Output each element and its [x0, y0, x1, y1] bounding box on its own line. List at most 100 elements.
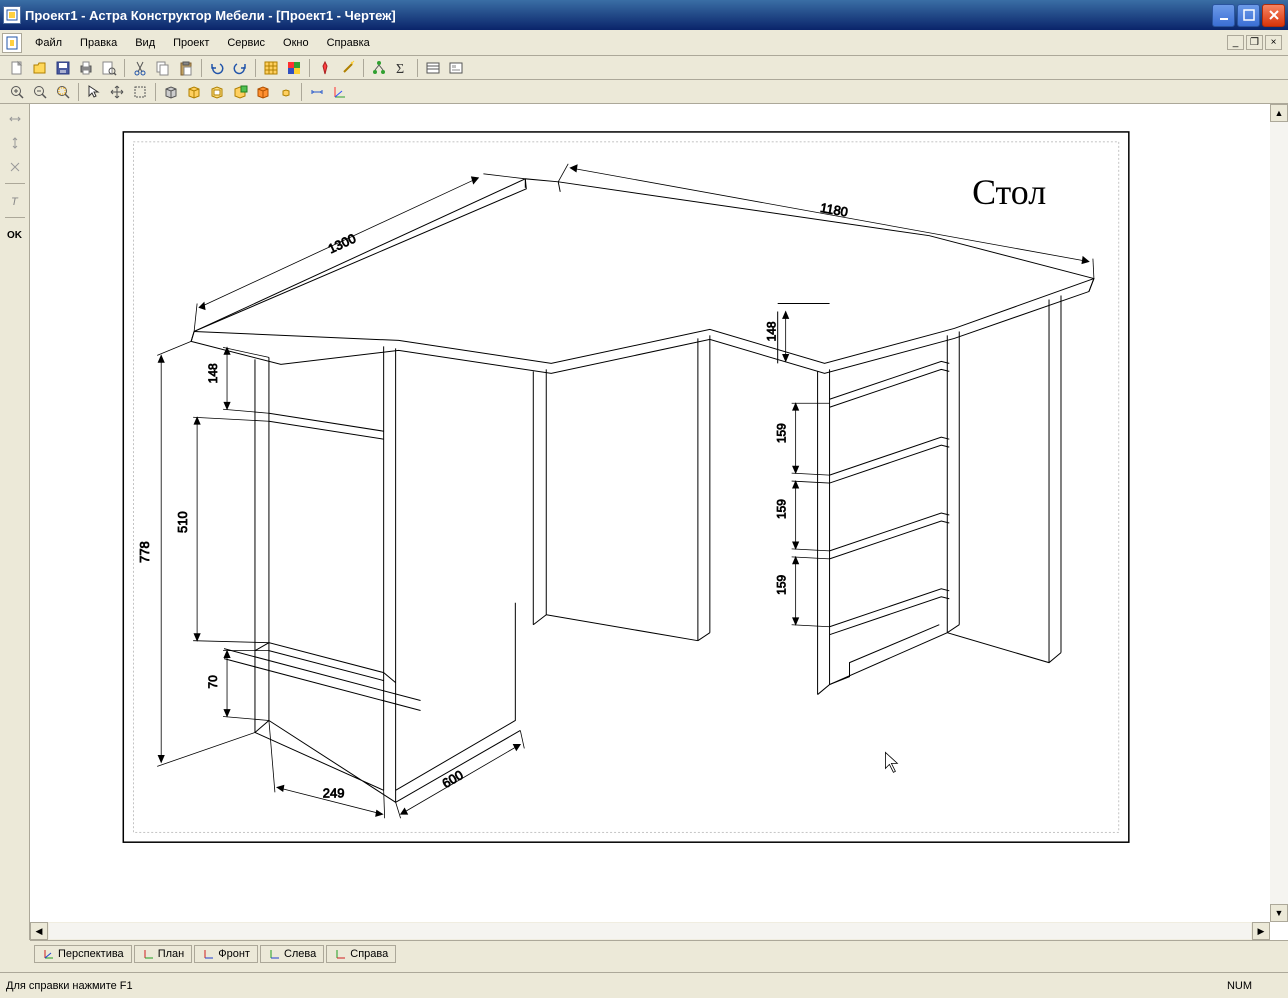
vertical-scrollbar[interactable]: ▲ ▼ [1270, 104, 1288, 922]
scroll-right-icon[interactable]: ▶ [1252, 922, 1270, 940]
app-icon [3, 6, 21, 24]
window-titlebar: Проект1 - Астра Конструктор Мебели - [Пр… [0, 0, 1288, 30]
label-button[interactable] [445, 58, 467, 78]
move-button[interactable] [106, 82, 128, 102]
scroll-track[interactable] [48, 922, 1252, 940]
dim-70: 70 [206, 675, 220, 689]
zoom-window-button[interactable] [52, 82, 74, 102]
tab-plan[interactable]: План [134, 945, 193, 963]
zoom-out-button[interactable] [29, 82, 51, 102]
axis-icon [42, 948, 54, 960]
toolbar-main: Σ [0, 56, 1288, 80]
mdi-restore-button[interactable]: ❐ [1246, 35, 1263, 50]
card-button[interactable] [422, 58, 444, 78]
axis-icon [268, 948, 280, 960]
dim-249: 249 [323, 785, 345, 800]
separator-icon [301, 83, 302, 101]
separator-icon [5, 183, 25, 185]
tab-front[interactable]: Фронт [194, 945, 258, 963]
tree-button[interactable] [368, 58, 390, 78]
box-small-button[interactable] [275, 82, 297, 102]
tab-left[interactable]: Слева [260, 945, 324, 963]
minimize-button[interactable] [1212, 4, 1235, 27]
text-button[interactable]: T [3, 190, 27, 212]
sum-button[interactable]: Σ [391, 58, 413, 78]
undo-button[interactable] [206, 58, 228, 78]
zoom-in-button[interactable] [6, 82, 28, 102]
view-tabs: Перспектива План Фронт Слева Справа [30, 940, 1288, 966]
separator-icon [124, 59, 125, 77]
menu-service[interactable]: Сервис [218, 34, 274, 52]
tab-label: Перспектива [58, 948, 124, 960]
menu-file[interactable]: Файл [26, 34, 71, 52]
print-preview-button[interactable] [98, 58, 120, 78]
dim-159c: 159 [775, 574, 789, 594]
selection-box-button[interactable] [129, 82, 151, 102]
menu-view[interactable]: Вид [126, 34, 164, 52]
redo-button[interactable] [229, 58, 251, 78]
menu-edit[interactable]: Правка [71, 34, 126, 52]
tab-label: Справа [350, 948, 388, 960]
dim-778: 778 [137, 541, 152, 563]
tab-label: Слева [284, 948, 316, 960]
new-button[interactable] [6, 58, 28, 78]
paste-button[interactable] [175, 58, 197, 78]
scroll-track[interactable] [1270, 122, 1288, 904]
dimension-button[interactable] [306, 82, 328, 102]
box-yellow-button[interactable] [183, 82, 205, 102]
menu-help[interactable]: Справка [318, 34, 379, 52]
drawing-canvas[interactable]: Стол [30, 104, 1270, 922]
pin-button[interactable] [314, 58, 336, 78]
box-green-button[interactable] [229, 82, 251, 102]
tab-perspective[interactable]: Перспектива [34, 945, 132, 963]
status-bar: Для справки нажмите F1 NUM [0, 972, 1288, 998]
box-open-button[interactable] [206, 82, 228, 102]
tab-right[interactable]: Справа [326, 945, 396, 963]
snap2-button[interactable] [3, 132, 27, 154]
scroll-up-icon[interactable]: ▲ [1270, 104, 1288, 122]
scroll-down-icon[interactable]: ▼ [1270, 904, 1288, 922]
axis-icon [202, 948, 214, 960]
dim-159a: 159 [775, 423, 789, 443]
copy-button[interactable] [152, 58, 174, 78]
workspace: Стол [30, 104, 1288, 940]
scroll-left-icon[interactable]: ◀ [30, 922, 48, 940]
separator-icon [201, 59, 202, 77]
menu-bar: Файл Правка Вид Проект Сервис Окно Справ… [0, 30, 1288, 56]
separator-icon [155, 83, 156, 101]
menu-project[interactable]: Проект [164, 34, 218, 52]
snap1-button[interactable] [3, 108, 27, 130]
select-button[interactable] [83, 82, 105, 102]
print-button[interactable] [75, 58, 97, 78]
box-gray-button[interactable] [160, 82, 182, 102]
snap3-button[interactable] [3, 156, 27, 178]
separator-icon [309, 59, 310, 77]
window-title: Проект1 - Астра Конструктор Мебели - [Пр… [25, 8, 1212, 23]
separator-icon [417, 59, 418, 77]
mdi-close-button[interactable]: × [1265, 35, 1282, 50]
box-orange-button[interactable] [252, 82, 274, 102]
mdi-minimize-button[interactable]: _ [1227, 35, 1244, 50]
mdi-buttons: _ ❐ × [1227, 35, 1288, 50]
separator-icon [5, 217, 25, 219]
tab-label: План [158, 948, 185, 960]
open-button[interactable] [29, 58, 51, 78]
maximize-button[interactable] [1237, 4, 1260, 27]
grid-button[interactable] [260, 58, 282, 78]
drawing-title: Стол [972, 172, 1046, 212]
separator-icon [363, 59, 364, 77]
dim-510: 510 [175, 511, 190, 533]
color-button[interactable] [283, 58, 305, 78]
menu-window[interactable]: Окно [274, 34, 318, 52]
axis-button[interactable] [329, 82, 351, 102]
separator-icon [78, 83, 79, 101]
close-button[interactable] [1262, 4, 1285, 27]
dim-148a: 148 [206, 363, 220, 383]
horizontal-scrollbar[interactable]: ◀ ▶ [30, 922, 1270, 940]
cut-button[interactable] [129, 58, 151, 78]
save-button[interactable] [52, 58, 74, 78]
ok-button[interactable]: OK [3, 224, 27, 246]
tab-label: Фронт [218, 948, 250, 960]
toolbar-view [0, 80, 1288, 104]
wand-button[interactable] [337, 58, 359, 78]
